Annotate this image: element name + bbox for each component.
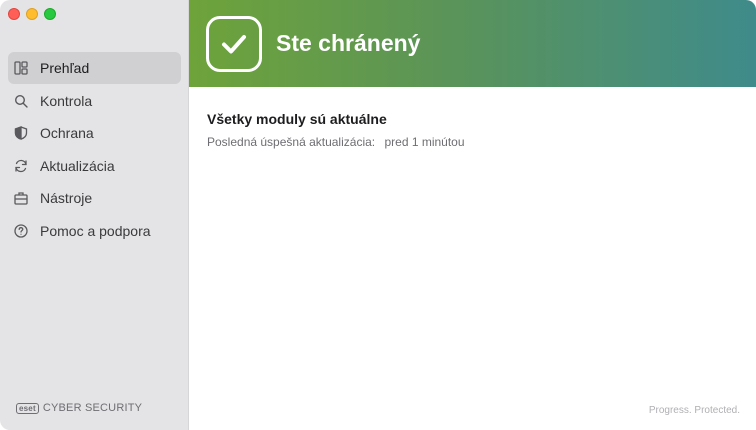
sidebar-item-label: Ochrana (40, 125, 94, 141)
sidebar-item-label: Nástroje (40, 190, 93, 206)
last-update-label: Posledná úspešná aktualizácia: (207, 135, 376, 149)
last-update-info: Posledná úspešná aktualizácia: pred 1 mi… (207, 135, 738, 149)
briefcase-icon (14, 191, 28, 205)
zoom-window-button[interactable] (44, 8, 56, 20)
sidebar-item-label: Kontrola (40, 92, 93, 109)
last-update-value: pred 1 minútou (384, 135, 465, 149)
close-window-button[interactable] (8, 8, 20, 20)
product-name: CYBER SECURITY (42, 402, 143, 414)
refresh-icon (14, 159, 28, 173)
dashboard-icon (14, 61, 28, 75)
sidebar: Prehľad Kontrola Ochrana Aktualizácia Ná… (0, 0, 189, 430)
brand-footer: eset CYBER SECURITY (16, 402, 142, 414)
sidebar-item-update[interactable]: Aktualizácia (8, 150, 181, 182)
checkmark-icon (206, 15, 262, 72)
sidebar-item-tools[interactable]: Nástroje (8, 182, 181, 214)
status-title: Všetky moduly sú aktuálne (207, 111, 387, 127)
eset-logo: eset (16, 402, 39, 414)
status-banner: Ste chránený (189, 0, 756, 87)
sidebar-nav: Prehľad Kontrola Ochrana Aktualizácia Ná… (8, 52, 181, 247)
status-content: Všetky moduly sú aktuálne Posledná úspeš… (189, 87, 756, 173)
shield-icon (14, 126, 28, 140)
help-icon (14, 223, 28, 238)
search-icon (14, 94, 28, 108)
banner-title: Ste chránený (276, 30, 421, 56)
minimize-window-button[interactable] (26, 8, 38, 20)
window-controls (8, 8, 56, 20)
sidebar-item-scan[interactable]: Kontrola (8, 85, 181, 117)
sidebar-item-label: Pomoc a podpora (40, 222, 151, 239)
sidebar-item-overview[interactable]: Prehľad (8, 52, 181, 84)
sidebar-item-help[interactable]: Pomoc a podpora (8, 215, 181, 247)
sidebar-item-label: Aktualizácia (40, 157, 115, 174)
main-panel: Ste chránený Všetky moduly sú aktuálne P… (189, 0, 756, 430)
sidebar-item-label: Prehľad (40, 60, 90, 76)
app-window: Prehľad Kontrola Ochrana Aktualizácia Ná… (0, 0, 756, 430)
tagline: Progress. Protected. (648, 405, 740, 416)
sidebar-item-protection[interactable]: Ochrana (8, 117, 181, 149)
